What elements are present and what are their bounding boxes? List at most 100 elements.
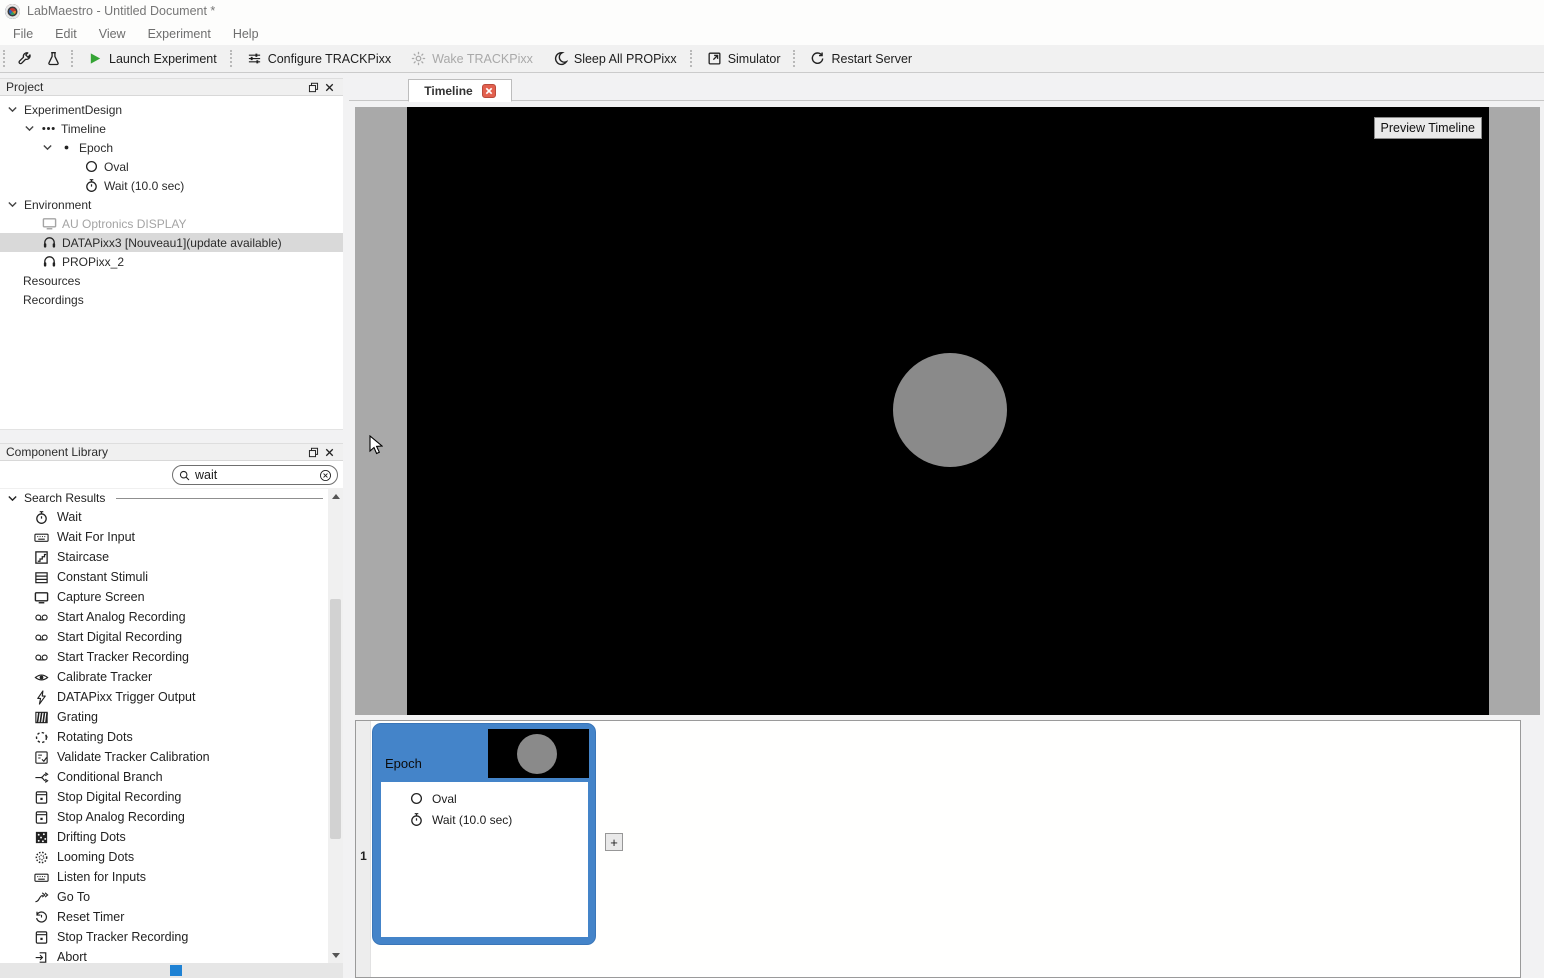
restart-server-button[interactable]: Restart Server: [800, 45, 922, 72]
tree-item-propixx2[interactable]: PROPixx_2: [0, 252, 343, 271]
chevron-down-icon[interactable]: [41, 141, 54, 154]
tree-item-epoch[interactable]: Epoch: [0, 138, 343, 157]
reset-timer-icon: [34, 910, 49, 925]
library-item-drifting-dots[interactable]: Drifting Dots: [0, 827, 328, 847]
search-icon: [178, 469, 191, 482]
clear-search-icon[interactable]: [319, 469, 332, 482]
library-item-conditional-branch[interactable]: Conditional Branch: [0, 767, 328, 787]
timeline-row-number: 1: [356, 849, 371, 863]
close-panel-icon[interactable]: [321, 445, 337, 459]
stimulus-display: Preview Timeline: [407, 107, 1489, 715]
menu-view[interactable]: View: [88, 24, 137, 44]
search-results-list: Wait Wait For Input Staircase Constant S…: [0, 507, 343, 978]
epoch-block[interactable]: Epoch Oval Wait (10.0 sec): [372, 723, 596, 945]
tab-bar: Timeline: [349, 78, 1544, 101]
rotating-dots-icon: [34, 730, 49, 745]
toolbar-grip[interactable]: [793, 50, 797, 67]
tree-item-wait[interactable]: Wait (10.0 sec): [0, 176, 343, 195]
lightning-icon: [34, 690, 49, 705]
library-item-datapixx-trigger-output[interactable]: DATAPixx Trigger Output: [0, 687, 328, 707]
recording-icon: [34, 630, 49, 645]
toolbar-grip[interactable]: [3, 50, 7, 67]
preview-side-strip-right: [1489, 107, 1540, 715]
library-item-wait[interactable]: Wait: [0, 507, 328, 527]
library-item-staircase[interactable]: Staircase: [0, 547, 328, 567]
float-panel-icon[interactable]: [305, 445, 321, 459]
library-item-start-tracker-recording[interactable]: Start Tracker Recording: [0, 647, 328, 667]
display-icon: [42, 216, 57, 231]
tools-button[interactable]: [10, 45, 39, 72]
chevron-down-icon[interactable]: [6, 103, 19, 116]
library-item-start-analog-recording[interactable]: Start Analog Recording: [0, 607, 328, 627]
experiment-tools-button[interactable]: [39, 45, 68, 72]
library-item-go-to[interactable]: Go To: [0, 887, 328, 907]
screen-icon: [34, 590, 49, 605]
library-item-start-digital-recording[interactable]: Start Digital Recording: [0, 627, 328, 647]
library-item-validate-tracker-calibration[interactable]: Validate Tracker Calibration: [0, 747, 328, 767]
simulator-button[interactable]: Simulator: [697, 45, 791, 72]
add-epoch-button[interactable]: +: [605, 833, 623, 851]
close-panel-icon[interactable]: [321, 80, 337, 94]
tree-item-resources[interactable]: Resources: [0, 271, 343, 290]
tree-item-environment[interactable]: Environment: [0, 195, 343, 214]
epoch-item-wait[interactable]: Wait (10.0 sec): [381, 809, 588, 830]
tab-timeline[interactable]: Timeline: [408, 79, 512, 102]
title-bar: LabMaestro - Untitled Document *: [0, 0, 1544, 22]
launch-experiment-button[interactable]: Launch Experiment: [78, 45, 227, 72]
library-item-calibrate-tracker[interactable]: Calibrate Tracker: [0, 667, 328, 687]
library-item-stop-tracker-recording[interactable]: Stop Tracker Recording: [0, 927, 328, 947]
sleep-all-propixx-button[interactable]: Sleep All PROPixx: [543, 45, 687, 72]
stop-recording-icon: [34, 790, 49, 805]
tree-item-timeline[interactable]: Timeline: [0, 119, 343, 138]
library-item-looming-dots[interactable]: Looming Dots: [0, 847, 328, 867]
vertical-scrollbar[interactable]: [328, 489, 343, 963]
scrollbar-thumb[interactable]: [330, 599, 341, 839]
menu-experiment[interactable]: Experiment: [137, 24, 222, 44]
main-area: Timeline Preview Timeline 1: [349, 78, 1544, 978]
toolbar: Launch Experiment Configure TRACKPixx Wa…: [0, 45, 1544, 73]
chevron-down-icon[interactable]: [23, 122, 36, 135]
library-item-constant-stimuli[interactable]: Constant Stimuli: [0, 567, 328, 587]
toolbar-grip[interactable]: [690, 50, 694, 67]
tree-item-au-optronics-display[interactable]: AU Optronics DISPLAY: [0, 214, 343, 233]
toolbar-grip[interactable]: [230, 50, 234, 67]
menu-edit[interactable]: Edit: [44, 24, 88, 44]
library-item-stop-digital-recording[interactable]: Stop Digital Recording: [0, 787, 328, 807]
project-panel-header: Project: [0, 78, 343, 96]
three-dots-icon: [41, 121, 56, 136]
menu-bar: File Edit View Experiment Help: [0, 22, 1544, 45]
menu-help[interactable]: Help: [222, 24, 270, 44]
scroll-down-icon[interactable]: [328, 948, 343, 963]
configure-trackpixx-button[interactable]: Configure TRACKPixx: [237, 45, 401, 72]
search-results-section[interactable]: Search Results: [0, 489, 343, 507]
preview-timeline-button[interactable]: Preview Timeline: [1374, 117, 1482, 139]
search-box[interactable]: [172, 465, 338, 485]
toolbar-grip[interactable]: [71, 50, 75, 67]
library-item-reset-timer[interactable]: Reset Timer: [0, 907, 328, 927]
wake-trackpixx-button[interactable]: Wake TRACKPixx: [401, 45, 543, 72]
menu-file[interactable]: File: [2, 24, 44, 44]
library-item-capture-screen[interactable]: Capture Screen: [0, 587, 328, 607]
library-item-stop-analog-recording[interactable]: Stop Analog Recording: [0, 807, 328, 827]
stopwatch-icon: [409, 812, 424, 827]
chevron-down-icon[interactable]: [6, 492, 19, 505]
epoch-item-oval[interactable]: Oval: [381, 788, 588, 809]
component-library-title: Component Library: [6, 445, 305, 459]
library-item-grating[interactable]: Grating: [0, 707, 328, 727]
tree-item-experimentdesign[interactable]: ExperimentDesign: [0, 100, 343, 119]
library-item-wait-for-input[interactable]: Wait For Input: [0, 527, 328, 547]
library-item-rotating-dots[interactable]: Rotating Dots: [0, 727, 328, 747]
chevron-down-icon[interactable]: [6, 198, 19, 211]
search-input[interactable]: [195, 468, 315, 482]
horizontal-scrollbar[interactable]: [0, 963, 343, 978]
float-panel-icon[interactable]: [305, 80, 321, 94]
close-tab-icon[interactable]: [482, 84, 496, 98]
tree-item-oval[interactable]: Oval: [0, 157, 343, 176]
keyboard-icon: [34, 530, 49, 545]
scrollbar-thumb[interactable]: [170, 965, 182, 976]
scroll-up-icon[interactable]: [328, 489, 343, 504]
tree-item-recordings[interactable]: Recordings: [0, 290, 343, 309]
list-lines-icon: [34, 570, 49, 585]
tree-item-datapixx3[interactable]: DATAPixx3 [Nouveau1](update available): [0, 233, 343, 252]
library-item-listen-for-inputs[interactable]: Listen for Inputs: [0, 867, 328, 887]
